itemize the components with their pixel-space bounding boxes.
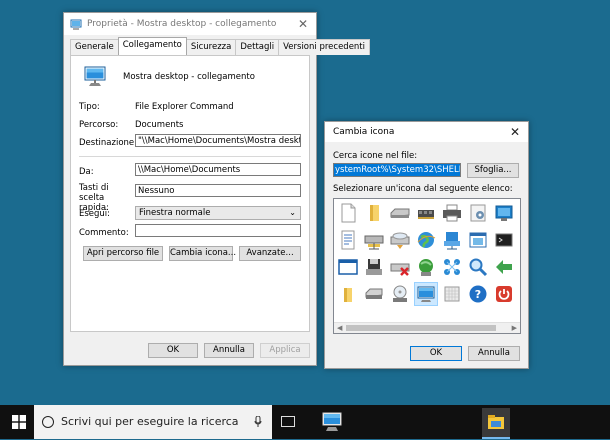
tab-generale[interactable]: Generale: [70, 39, 119, 55]
blank-document-icon[interactable]: [337, 202, 359, 224]
monitor-icon[interactable]: [493, 202, 515, 224]
da-label: Da:: [79, 167, 94, 177]
taskbar-search[interactable]: Scrivi qui per eseguire la ricerca: [34, 405, 272, 439]
pixel-grid-icon[interactable]: [441, 283, 463, 305]
desktop-monitor-icon[interactable]: [415, 283, 437, 305]
close-icon[interactable]: ✕: [510, 125, 520, 139]
printer-icon[interactable]: [441, 202, 463, 224]
tab-collegamento[interactable]: Collegamento: [117, 37, 187, 55]
scroll-right-icon[interactable]: ▶: [512, 324, 517, 332]
svg-text:?: ?: [475, 288, 481, 301]
ok-button[interactable]: OK: [148, 343, 198, 358]
apri-percorso-button[interactable]: Apri percorso file: [83, 246, 163, 261]
dvd-icon[interactable]: [389, 283, 411, 305]
shortcut-panel: Mostra desktop - collegamento Tipo: File…: [70, 55, 310, 332]
destinazione-label: Destinazione:: [79, 138, 137, 148]
document-lines-icon[interactable]: [337, 229, 359, 251]
window-photo-icon[interactable]: [467, 229, 489, 251]
file-explorer-button[interactable]: [482, 408, 510, 439]
annulla-button[interactable]: Annulla: [468, 346, 520, 361]
chip-icon[interactable]: [415, 202, 437, 224]
cambia-icona-button[interactable]: Cambia icona...: [169, 246, 236, 261]
power-icon[interactable]: [493, 283, 515, 305]
change-icon-titlebar[interactable]: Cambia icona ✕: [325, 122, 528, 142]
search-icon[interactable]: [467, 256, 489, 278]
settings-window-icon[interactable]: [467, 202, 489, 224]
search-file-label: Cerca icone nel file:: [333, 151, 418, 161]
hard-drive-icon[interactable]: [363, 283, 385, 305]
back-arrow-icon[interactable]: [493, 256, 515, 278]
window-icon[interactable]: [337, 256, 359, 278]
folder-icon[interactable]: [363, 202, 385, 224]
esegui-select[interactable]: Finestra normale ⌄: [135, 206, 301, 220]
icon-file-path-input[interactable]: ystemRoot%\System32\SHELL32.dll: [333, 163, 461, 177]
network-globe-icon[interactable]: [415, 256, 437, 278]
shortcut-properties-icon: [70, 19, 82, 30]
cortana-icon: [42, 416, 54, 428]
taskbar: Scrivi qui per eseguire la ricerca: [0, 405, 610, 439]
sfoglia-button[interactable]: Sfoglia...: [467, 163, 519, 178]
da-input[interactable]: \\Mac\Home\Documents: [135, 163, 301, 176]
applica-button[interactable]: Applica: [260, 343, 310, 358]
esegui-label: Esegui:: [79, 209, 111, 219]
icon-list-label: Selezionare un'icona dal seguente elenco…: [333, 184, 513, 194]
commento-label: Commento:: [79, 228, 129, 238]
tab-sicurezza[interactable]: Sicurezza: [185, 39, 237, 55]
console-icon[interactable]: [493, 229, 515, 251]
globe-icon[interactable]: [415, 229, 437, 251]
folder-small-icon[interactable]: [337, 283, 359, 305]
floppy-icon[interactable]: [363, 256, 385, 278]
icon-file-path-value: ystemRoot%\System32\SHELL32.dll: [334, 164, 460, 176]
tipo-value: File Explorer Command: [135, 102, 234, 112]
properties-dialog: Proprietà - Mostra desktop - collegament…: [63, 12, 371, 366]
shortcut-name: Mostra desktop - collegamento: [123, 72, 255, 82]
network-dots-icon[interactable]: [441, 256, 463, 278]
task-view-icon[interactable]: [281, 416, 295, 427]
horizontal-scrollbar[interactable]: ◀ ▶: [334, 322, 520, 333]
icon-list[interactable]: ? ◀ ▶: [333, 198, 521, 334]
destinazione-input[interactable]: "\\Mac\Home\Documents\Mostra desktop.scf…: [135, 134, 301, 147]
esegui-value: Finestra normale: [139, 208, 211, 218]
search-placeholder: Scrivi qui per eseguire la ricerca: [61, 415, 239, 428]
close-icon[interactable]: ✕: [298, 17, 308, 31]
cd-drive-icon[interactable]: [389, 229, 411, 251]
scroll-thumb[interactable]: [346, 325, 496, 331]
selected-icon-cell[interactable]: [414, 282, 438, 306]
tab-versioni-precedenti[interactable]: Versioni precedenti: [278, 39, 371, 55]
ok-button[interactable]: OK: [410, 346, 462, 361]
change-icon-dialog: Cambia icona ✕ Cerca icone nel file: yst…: [324, 121, 529, 369]
tasti-input[interactable]: Nessuno: [135, 184, 301, 197]
network-computer-icon[interactable]: [441, 229, 463, 251]
properties-tabs: Generale Collegamento Sicurezza Dettagli…: [70, 37, 371, 55]
file-explorer-icon: [488, 415, 504, 429]
divider: [79, 156, 301, 157]
tab-dettagli[interactable]: Dettagli: [235, 39, 280, 55]
chevron-down-icon: ⌄: [289, 208, 296, 217]
annulla-button[interactable]: Annulla: [204, 343, 254, 358]
properties-titlebar[interactable]: Proprietà - Mostra desktop - collegament…: [64, 13, 316, 35]
network-drive-icon[interactable]: [363, 229, 385, 251]
delete-drive-icon[interactable]: [389, 256, 411, 278]
microphone-icon[interactable]: [254, 416, 262, 428]
percorso-label: Percorso:: [79, 120, 119, 130]
help-icon[interactable]: ?: [467, 283, 489, 305]
drive-icon[interactable]: [389, 202, 411, 224]
percorso-value: Documents: [135, 120, 184, 130]
tipo-label: Tipo:: [79, 102, 100, 112]
properties-title: Proprietà - Mostra desktop - collegament…: [87, 19, 277, 29]
scroll-left-icon[interactable]: ◀: [337, 324, 342, 332]
windows-start-icon[interactable]: [12, 415, 26, 429]
commento-input[interactable]: [135, 224, 301, 237]
desktop-shortcut-icon: [84, 66, 106, 86]
desktop-app-icon[interactable]: [321, 411, 345, 433]
avanzate-button[interactable]: Avanzate...: [239, 246, 301, 261]
change-icon-title: Cambia icona: [333, 127, 395, 137]
